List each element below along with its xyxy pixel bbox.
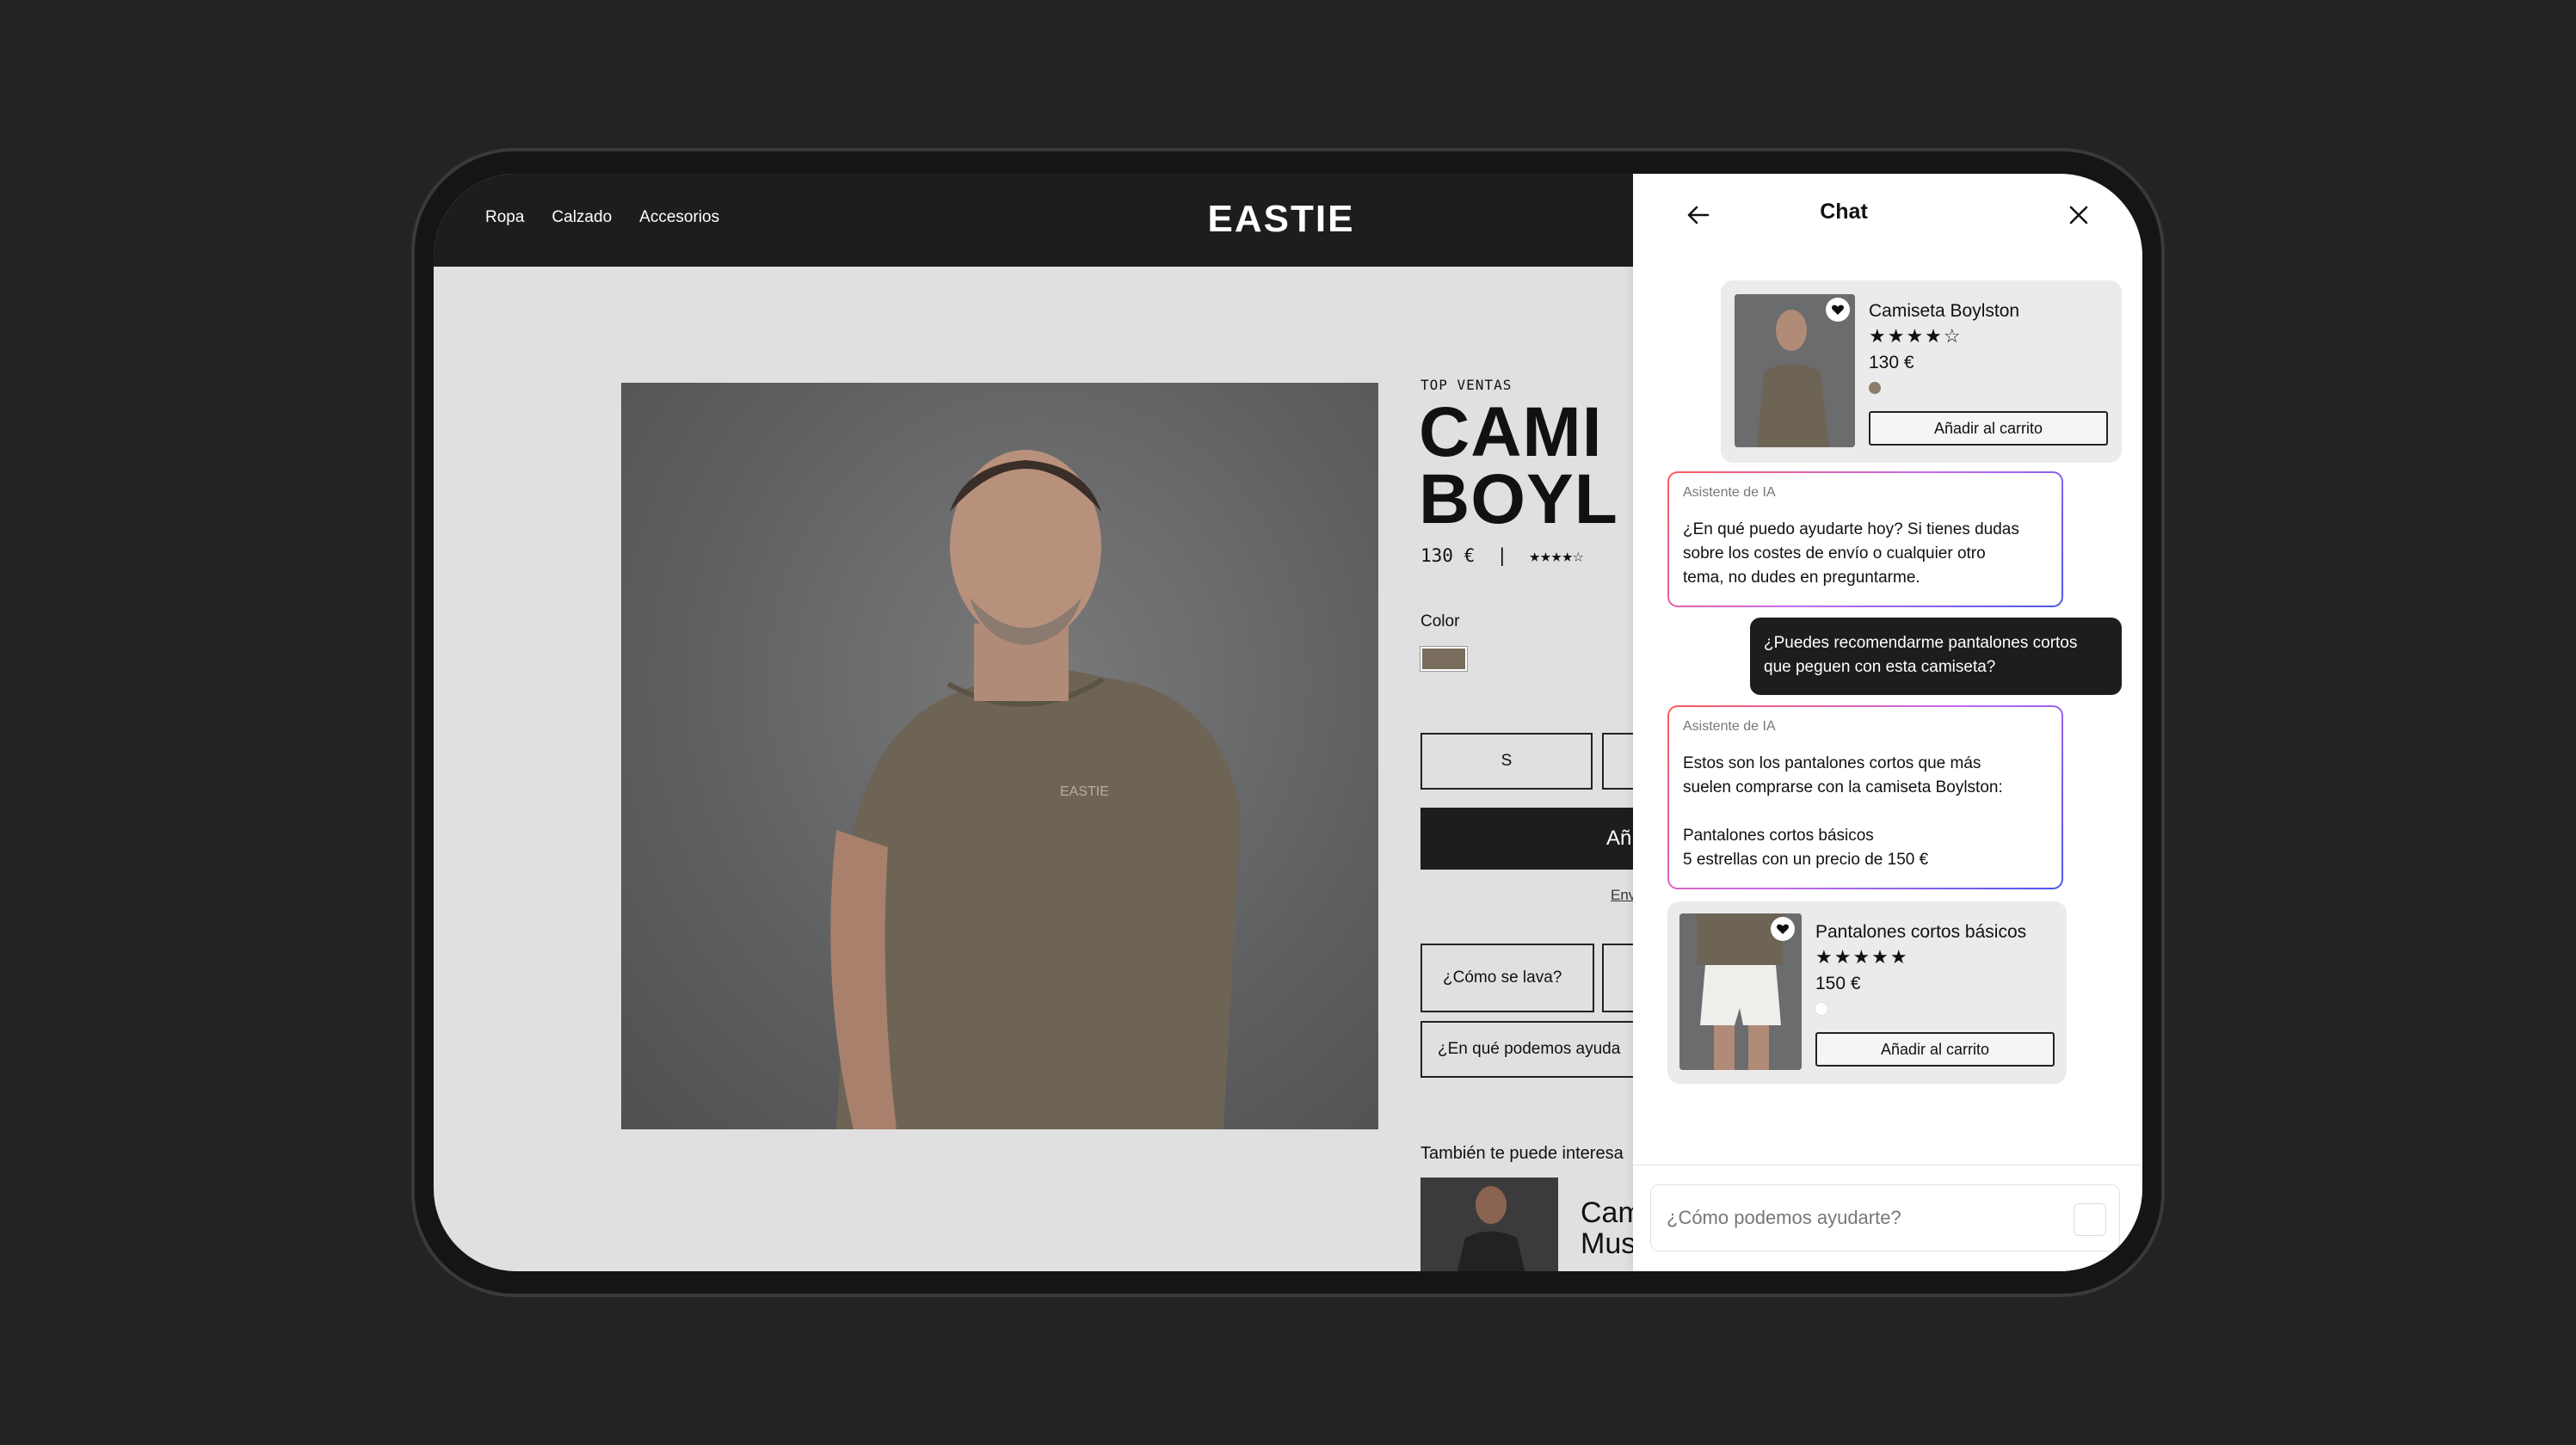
chat-product-image[interactable] bbox=[1735, 294, 1855, 447]
ai-message: Asistente de IA ¿En qué puedo ayudarte h… bbox=[1667, 471, 2063, 607]
also-interested-label: También te puede interesa bbox=[1420, 1144, 1624, 1163]
model-photo-illustration: EASTIE bbox=[830, 450, 1241, 1129]
nav-link-calzado[interactable]: Calzado bbox=[552, 208, 612, 227]
product-title: CAMI BOYL bbox=[1419, 393, 1618, 538]
size-button-s[interactable]: S bbox=[1420, 733, 1593, 790]
send-button[interactable] bbox=[2074, 1203, 2106, 1236]
close-icon[interactable] bbox=[2063, 200, 2094, 231]
color-dot bbox=[1815, 1003, 1827, 1015]
add-to-cart-button[interactable]: Añadir al carrito bbox=[1815, 1032, 2055, 1067]
product-image: EASTIE bbox=[621, 383, 1378, 1129]
chat-header: Chat bbox=[1633, 174, 2142, 251]
tablet-screen: Ropa Calzado Accesorios EASTIE EASTIE TO… bbox=[434, 174, 2142, 1271]
shipping-link[interactable]: Env bbox=[1611, 887, 1636, 904]
color-label: Color bbox=[1420, 612, 1460, 630]
add-to-cart-button[interactable]: Añadir al carrito bbox=[1869, 411, 2108, 446]
chat-product-stars: ★★★★★ bbox=[1815, 946, 1909, 968]
ai-message: Asistente de IA Estos son los pantalones… bbox=[1667, 705, 2063, 889]
user-message-text: ¿Puedes recomendarme pantalones cortos q… bbox=[1764, 634, 2078, 676]
chat-input-area bbox=[1633, 1165, 2142, 1271]
chat-title: Chat bbox=[1820, 200, 1868, 224]
product-eyebrow: TOP VENTAS bbox=[1420, 377, 1513, 393]
chat-input[interactable] bbox=[1650, 1184, 2120, 1251]
ai-label: Asistente de IA bbox=[1683, 719, 1776, 734]
chat-product-name[interactable]: Camiseta Boylston bbox=[1869, 301, 2019, 322]
recommended-product-thumbnail[interactable] bbox=[1420, 1178, 1558, 1271]
favorite-heart-icon[interactable] bbox=[1826, 298, 1850, 322]
shirt-logo-text: EASTIE bbox=[1060, 784, 1109, 799]
chat-product-card: Camiseta Boylston ★★★★☆ 130 € Añadir al … bbox=[1721, 280, 2122, 463]
chat-product-price: 130 € bbox=[1869, 353, 1914, 372]
ai-message-text: ¿En qué puedo ayudarte hoy? Si tienes du… bbox=[1683, 520, 2019, 587]
nav-link-ropa[interactable]: Ropa bbox=[485, 208, 524, 227]
favorite-heart-icon[interactable] bbox=[1771, 917, 1795, 941]
chat-product-stars: ★★★★☆ bbox=[1869, 325, 1963, 347]
chat-product-card: Pantalones cortos básicos ★★★★★ 150 € Añ… bbox=[1667, 901, 2067, 1084]
product-price-rating: 130 € | ★★★★☆ bbox=[1420, 545, 1584, 566]
nav-links: Ropa Calzado Accesorios bbox=[485, 208, 719, 227]
chat-product-price: 150 € bbox=[1815, 974, 1861, 993]
user-message: ¿Puedes recomendarme pantalones cortos q… bbox=[1750, 618, 2122, 695]
chat-product-image[interactable] bbox=[1679, 913, 1802, 1070]
chat-panel: Chat Camiseta Boylston ★★★★☆ 130 € Añadi… bbox=[1633, 174, 2142, 1271]
nav-link-accesorios[interactable]: Accesorios bbox=[639, 208, 719, 227]
ai-message-text: Estos son los pantalones cortos que más … bbox=[1683, 754, 2003, 869]
recommended-model-illustration bbox=[1457, 1186, 1525, 1271]
brand-logo[interactable]: EASTIE bbox=[1182, 198, 1380, 241]
color-swatch[interactable] bbox=[1420, 647, 1467, 671]
ai-label: Asistente de IA bbox=[1683, 485, 1776, 500]
question-button-wash[interactable]: ¿Cómo se lava? bbox=[1420, 944, 1594, 1012]
chat-product-name[interactable]: Pantalones cortos básicos bbox=[1815, 922, 2026, 943]
color-dot bbox=[1869, 382, 1881, 394]
